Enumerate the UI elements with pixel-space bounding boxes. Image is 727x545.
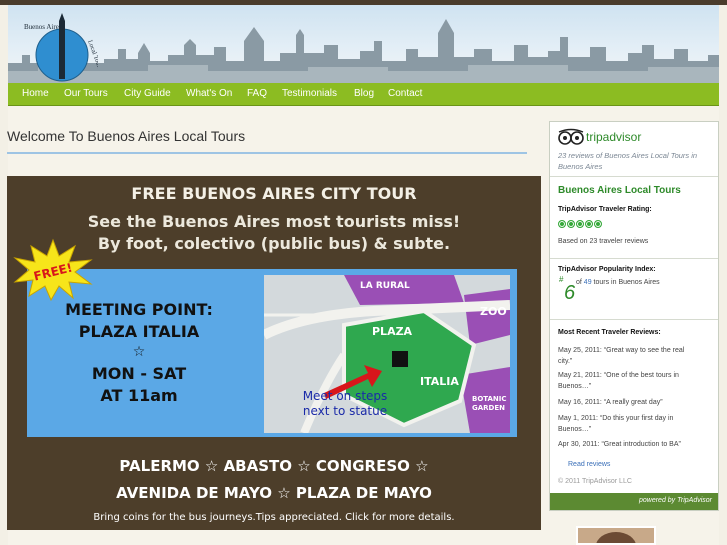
review-text-cont: Buenos…” <box>558 383 592 390</box>
ta-review-item[interactable]: May 16, 2011: “A really great day” <box>558 399 663 406</box>
site-logo[interactable]: Buenos Aires Local Tours <box>16 11 98 83</box>
ta-rank-suffix: tours in Buenos Aires <box>591 279 660 286</box>
rating-bubble-icon <box>576 220 584 228</box>
ta-popularity-label: TripAdvisor Popularity Index: <box>558 266 656 273</box>
plaza-map: LA RURAL ZOO PLAZA ITALIA BOTANIC GARDEN… <box>264 275 510 433</box>
ta-rank-of: of <box>576 279 584 286</box>
ta-review-item[interactable]: May 25, 2011: “Great way to see the real <box>558 347 684 354</box>
map-label-plaza: PLAZA <box>372 325 413 338</box>
review-text: “Great way to see the real <box>603 347 685 354</box>
ta-review-item[interactable]: Apr 30, 2011: “Great introduction to BA” <box>558 441 681 448</box>
nav-our-tours[interactable]: Our Tours <box>64 88 108 99</box>
star-divider: ☆ <box>132 344 146 360</box>
map-label-botanic: BOTANIC GARDEN <box>472 395 507 412</box>
map-label-rural: LA RURAL <box>360 281 410 291</box>
ta-review-item[interactable]: May 21, 2011: “One of the best tours in <box>558 372 679 379</box>
rating-bubbles <box>558 220 602 228</box>
map-label-zoo: ZOO <box>480 305 507 318</box>
ta-reviews-link[interactable]: 23 reviews of Buenos Aires Local Tours i… <box>558 150 713 172</box>
review-text-cont: Buenos…” <box>558 426 592 433</box>
ta-rank-hash: # <box>559 275 564 284</box>
nav-whats-on[interactable]: What's On <box>186 88 232 99</box>
review-date: May 1, 2011: <box>558 415 598 422</box>
meeting-days: MON - SAT <box>91 364 187 383</box>
tour-places-line-1: PALERMO ☆ ABASTO ☆ CONGRESO ☆ <box>119 457 429 475</box>
free-tour-banner[interactable]: FREE BUENOS AIRES CITY TOUR See the Buen… <box>7 176 541 530</box>
map-label-meet: Meet on steps next to statue <box>302 389 388 418</box>
city-skyline <box>8 19 719 83</box>
review-date: May 16, 2011: <box>558 399 602 406</box>
rating-bubble-icon <box>585 220 593 228</box>
meeting-point-label: MEETING POINT: <box>65 300 213 319</box>
ta-rating-label: TripAdvisor Traveler Rating: <box>558 206 652 213</box>
review-text: “One of the best tours in <box>603 372 679 379</box>
review-text: “A really great day” <box>603 399 663 406</box>
title-divider <box>7 152 527 154</box>
ta-business-name[interactable]: Buenos Aires Local Tours <box>558 185 681 196</box>
ta-read-reviews-link[interactable]: Read reviews <box>568 461 610 468</box>
ta-rating-basis: Based on 23 traveler reviews <box>558 238 649 245</box>
nav-blog[interactable]: Blog <box>354 88 374 99</box>
banner-headline: FREE BUENOS AIRES CITY TOUR <box>131 184 417 203</box>
banner-subline-1: See the Buenos Aires most tourists miss! <box>87 212 461 231</box>
ta-review-item[interactable]: May 1, 2011: “Do this your first day in <box>558 415 673 422</box>
free-badge: FREE! <box>13 238 93 302</box>
ta-copyright: © 2011 TripAdvisor LLC <box>558 478 632 485</box>
tripadvisor-logo[interactable]: tripadvisor <box>558 128 668 146</box>
main-nav: Home Our Tours City Guide What's On FAQ … <box>8 83 719 106</box>
ta-rank-total[interactable]: 49 <box>584 279 592 286</box>
photo-image <box>578 528 654 543</box>
nav-testimonials[interactable]: Testimonials <box>282 88 337 99</box>
tour-places-line-2: AVENIDA DE MAYO ☆ PLAZA DE MAYO <box>116 484 432 502</box>
nav-faq[interactable]: FAQ <box>247 88 267 99</box>
rating-bubble-icon <box>558 220 566 228</box>
logo-text-top: Buenos Aires <box>24 23 62 31</box>
meeting-place: PLAZA ITALIA <box>78 322 200 341</box>
nav-city-guide[interactable]: City Guide <box>124 88 171 99</box>
rating-bubble-icon <box>594 220 602 228</box>
map-label-italia: ITALIA <box>420 375 459 388</box>
review-date: May 25, 2011: <box>558 347 602 354</box>
ta-divider <box>550 176 718 177</box>
site-header: Buenos Aires Local Tours <box>8 5 719 83</box>
rating-bubble-icon <box>567 220 575 228</box>
guide-photo <box>576 526 656 545</box>
banner-note: Bring coins for the bus journeys.Tips ap… <box>93 512 455 523</box>
ta-divider <box>550 319 718 320</box>
nav-home[interactable]: Home <box>22 88 49 99</box>
tripadvisor-widget: tripadvisor 23 reviews of Buenos Aires L… <box>549 121 719 511</box>
review-text-cont: city.” <box>558 358 573 365</box>
ta-rank-number: 6 <box>564 282 576 304</box>
page-title: Welcome To Buenos Aires Local Tours <box>7 128 246 144</box>
ta-divider <box>550 258 718 259</box>
review-text: “Do this your first day in <box>599 415 674 422</box>
nav-contact[interactable]: Contact <box>388 88 422 99</box>
review-text: “Great introduction to BA” <box>601 441 681 448</box>
meeting-time: AT 11am <box>100 386 178 405</box>
owl-icon <box>558 128 584 145</box>
ta-rank-text: of 49 tours in Buenos Aires <box>576 279 660 286</box>
ta-recent-label: Most Recent Traveler Reviews: <box>558 329 661 336</box>
review-date: Apr 30, 2011: <box>558 441 600 448</box>
tripadvisor-brand: tripadvisor <box>586 130 642 144</box>
ta-powered-by[interactable]: powered by TripAdvisor <box>550 493 718 510</box>
review-date: May 21, 2011: <box>558 372 602 379</box>
